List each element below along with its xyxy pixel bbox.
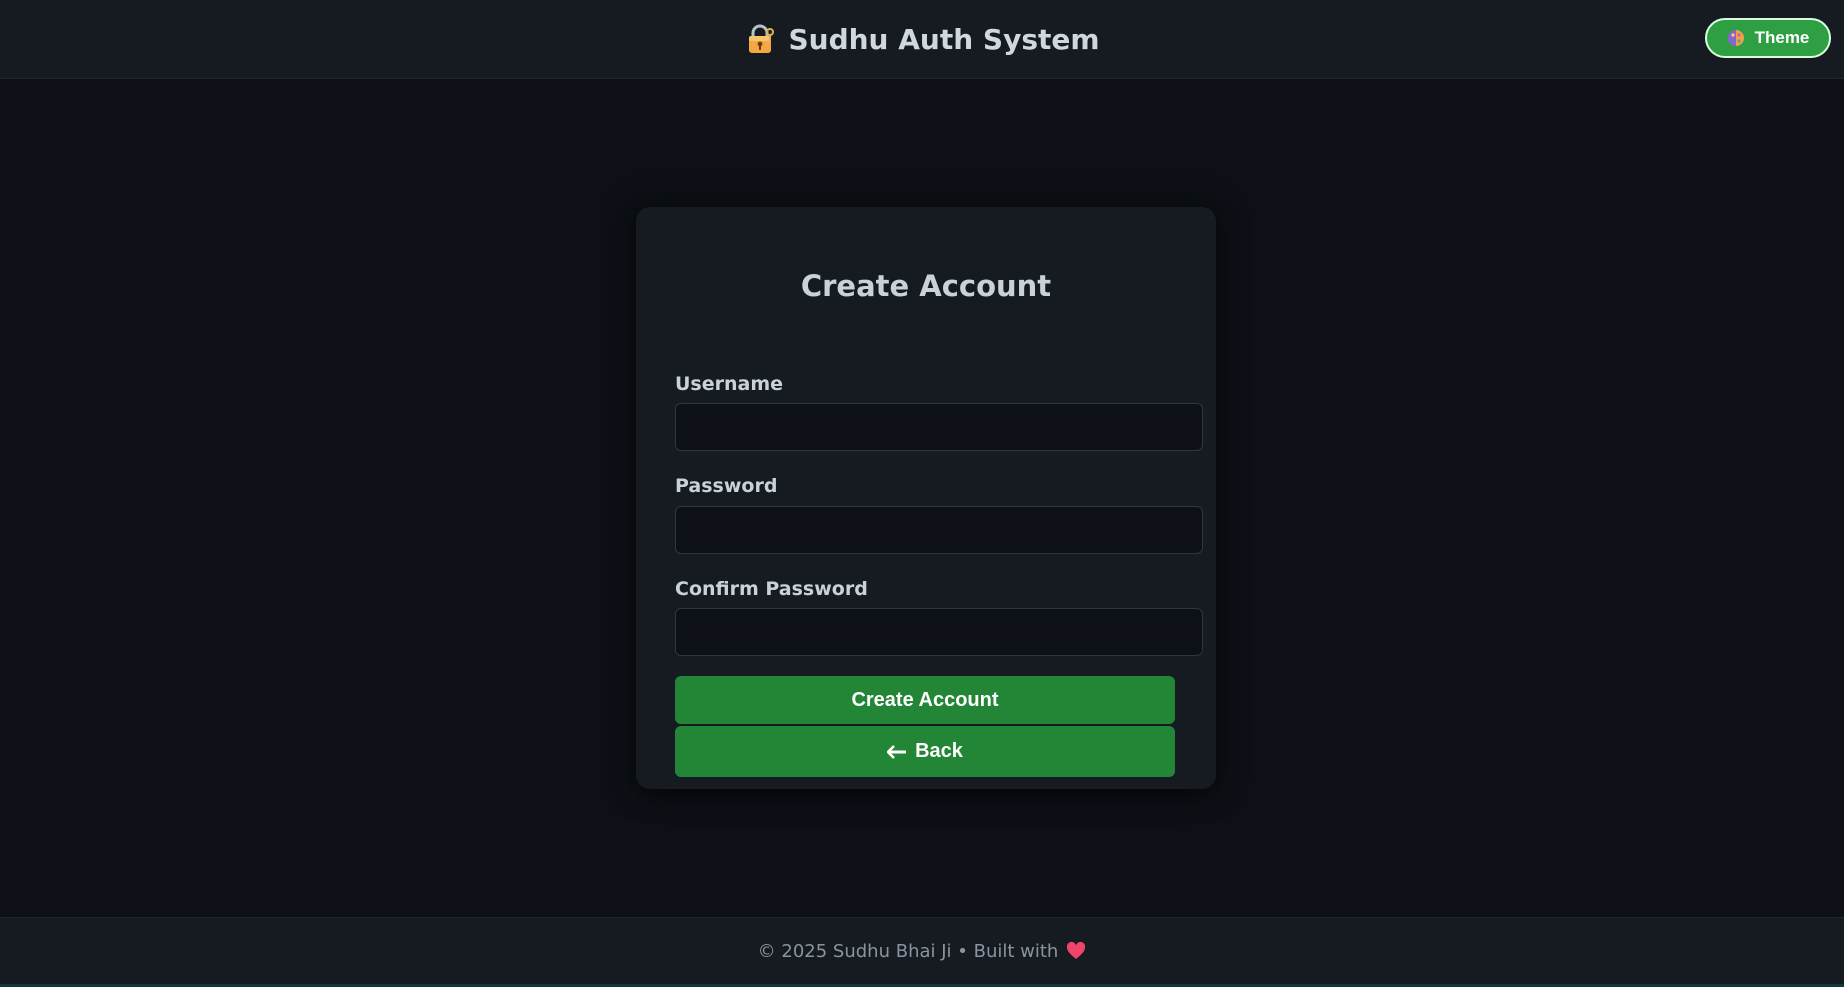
password-label: Password bbox=[675, 475, 778, 497]
brand: Sudhu Auth System bbox=[744, 22, 1100, 56]
main-content: Create Account Username Password Confirm… bbox=[0, 79, 1844, 917]
username-input[interactable] bbox=[675, 403, 1203, 451]
theme-button-label: Theme bbox=[1754, 28, 1810, 47]
confirm-password-input[interactable] bbox=[675, 608, 1203, 656]
username-label: Username bbox=[675, 373, 784, 395]
arrow-left-icon bbox=[887, 744, 907, 759]
back-label: Back bbox=[915, 740, 963, 762]
app-footer: © 2025 Sudhu Bhai Ji • Built with bbox=[0, 917, 1844, 984]
create-account-label: Create Account bbox=[851, 688, 999, 711]
app-header: Sudhu Auth System Theme bbox=[0, 0, 1844, 79]
back-button[interactable]: Back bbox=[675, 726, 1175, 777]
theme-button[interactable]: Theme bbox=[1705, 18, 1831, 58]
lock-with-key-icon bbox=[749, 24, 775, 53]
palette-icon bbox=[1727, 30, 1744, 46]
confirm-password-label: Confirm Password bbox=[675, 578, 868, 600]
heart-icon bbox=[1067, 941, 1086, 959]
create-account-button[interactable]: Create Account bbox=[675, 676, 1175, 724]
footer-text: © 2025 Sudhu Bhai Ji • Built with bbox=[757, 940, 1059, 962]
password-input[interactable] bbox=[675, 506, 1203, 554]
signup-card: Create Account Username Password Confirm… bbox=[636, 207, 1216, 789]
app-title: Sudhu Auth System bbox=[788, 22, 1100, 56]
form-title: Create Account bbox=[800, 269, 1052, 303]
